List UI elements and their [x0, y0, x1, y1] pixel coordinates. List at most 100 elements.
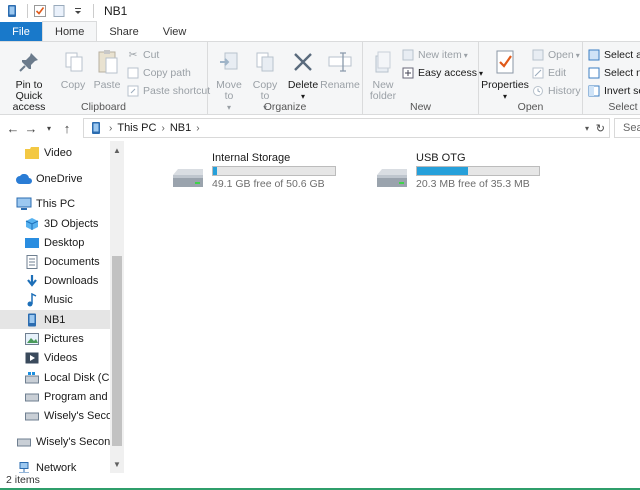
tab-share[interactable]: Share — [97, 22, 150, 42]
drive-name: USB OTG — [416, 152, 466, 164]
open-icon — [531, 48, 545, 62]
disk-icon — [24, 389, 40, 405]
video-icon — [24, 350, 40, 366]
recent-locations-chevron-icon[interactable]: ▾ — [40, 118, 58, 138]
scroll-thumb[interactable] — [112, 256, 122, 446]
nav-item-label: Music — [44, 293, 73, 306]
new-item-button[interactable]: New item ▾ — [401, 47, 468, 63]
open-group-label: Open — [517, 101, 544, 113]
edit-button[interactable]: Edit — [531, 65, 566, 81]
forward-arrow-icon[interactable]: → — [22, 118, 40, 138]
nav-item-onedrive[interactable]: OneDrive — [0, 169, 110, 188]
scissors-icon: ✂ — [128, 49, 138, 61]
scroll-down-icon[interactable]: ▼ — [110, 457, 124, 471]
nav-item-nb1[interactable]: NB1 — [0, 310, 110, 329]
delete-button[interactable]: Delete ▾ — [286, 46, 320, 102]
refresh-icon[interactable]: ↻ — [596, 122, 605, 135]
breadcrumb-chevron-icon[interactable]: › — [161, 123, 164, 134]
nav-item-label: This PC — [36, 197, 76, 210]
invert-selection-label: Invert selection — [604, 85, 640, 97]
breadcrumb-chevron-icon[interactable]: › — [109, 123, 112, 134]
select-none-button[interactable]: Select none — [587, 65, 640, 81]
nav-item-label: Downloads — [44, 274, 99, 287]
breadcrumb-chevron-icon[interactable]: › — [196, 123, 199, 134]
drive-usage-bar — [416, 166, 540, 176]
nav-item-videos[interactable]: Videos — [0, 348, 110, 367]
copy-to-icon — [249, 46, 281, 78]
scroll-up-icon[interactable]: ▲ — [110, 143, 124, 157]
address-bar[interactable]: › This PC › NB1 › ▾ ↻ — [83, 118, 610, 138]
tab-file[interactable]: File — [0, 22, 42, 42]
new-folder-quick-icon[interactable] — [51, 3, 67, 19]
up-arrow-icon[interactable]: ↑ — [58, 118, 76, 138]
nav-item-label: Program and Ga — [44, 390, 110, 403]
customize-dropdown-icon[interactable] — [70, 3, 86, 19]
clipboard-group-label: Clipboard — [81, 101, 126, 113]
nav-item-this-pc[interactable]: This PC — [0, 194, 110, 213]
open-group: Properties ▾ Open ▾ Edit History Open — [479, 42, 583, 115]
search-input[interactable]: Sea — [614, 118, 640, 138]
nav-item-3d-objects[interactable]: 3D Objects — [0, 214, 110, 233]
back-arrow-icon[interactable]: ← — [4, 118, 22, 138]
history-label: History — [548, 85, 581, 97]
disk-icon — [16, 434, 32, 450]
tab-view[interactable]: View — [151, 22, 199, 42]
open-button[interactable]: Open ▾ — [531, 47, 580, 63]
paste-label: Paste — [93, 79, 121, 91]
delete-label: Delete — [287, 79, 319, 91]
drive-internal-storage[interactable]: Internal Storage 49.1 GB free of 50.6 GB — [170, 151, 370, 191]
cut-button[interactable]: ✂ Cut — [126, 47, 160, 63]
rename-icon — [324, 46, 356, 78]
history-button[interactable]: History — [531, 83, 581, 99]
address-dropdown-icon[interactable]: ▾ — [585, 124, 589, 133]
nav-item-music[interactable]: Music — [0, 290, 110, 309]
folder-icon — [24, 145, 40, 161]
nav-item-wiselys-second-h[interactable]: Wisely's Second H — [0, 432, 110, 451]
copy-button[interactable]: Copy — [58, 46, 88, 91]
nav-scrollbar[interactable]: ▲ ▼ — [110, 141, 124, 473]
paste-shortcut-label: Paste shortcut — [143, 85, 211, 97]
nav-item-downloads[interactable]: Downloads — [0, 271, 110, 290]
select-none-label: Select none — [604, 67, 640, 79]
nav-item-desktop[interactable]: Desktop — [0, 233, 110, 252]
nav-item-program-and-games[interactable]: Program and Ga — [0, 387, 110, 406]
new-item-icon — [401, 48, 415, 62]
tab-home[interactable]: Home — [42, 21, 98, 42]
paste-button[interactable]: Paste — [92, 46, 122, 91]
separator — [93, 4, 94, 18]
copy-path-label: Copy path — [143, 67, 191, 79]
drive-usb-otg[interactable]: USB OTG 20.3 MB free of 35.3 MB — [374, 151, 574, 191]
title-bar: NB1 — [0, 0, 640, 22]
edit-label: Edit — [548, 67, 567, 79]
rename-label: Rename — [320, 79, 360, 91]
nav-item-wiselys-second[interactable]: Wisely's Second — [0, 406, 110, 425]
breadcrumb-this-pc[interactable]: This PC — [117, 122, 156, 134]
nav-item-video[interactable]: Video — [0, 143, 110, 162]
drive-usage-fill — [213, 167, 217, 175]
nav-item-network[interactable]: Network — [0, 458, 110, 473]
cloud-icon — [16, 171, 32, 187]
nav-item-documents[interactable]: Documents — [0, 252, 110, 271]
window-title: NB1 — [104, 4, 128, 18]
rename-button[interactable]: Rename — [320, 46, 360, 91]
ribbon-tabs: File Home Share View — [0, 21, 640, 42]
nav-item-pictures[interactable]: Pictures — [0, 329, 110, 348]
drive-usage-bar — [212, 166, 336, 176]
paste-shortcut-button[interactable]: Paste shortcut — [126, 83, 210, 99]
copy-path-button[interactable]: Copy path — [126, 65, 191, 81]
nav-item-local-disk[interactable]: Local Disk (C:) — [0, 368, 110, 387]
address-device-icon — [88, 120, 104, 136]
properties-check-icon[interactable] — [32, 3, 48, 19]
nav-item-label: Pictures — [44, 332, 84, 345]
breadcrumb-nb1[interactable]: NB1 — [170, 122, 191, 134]
select-all-button[interactable]: Select all — [587, 47, 640, 63]
new-folder-button[interactable]: New folder — [367, 46, 399, 102]
easy-access-button[interactable]: Easy access ▾ — [401, 65, 483, 81]
properties-button[interactable]: Properties ▾ — [481, 46, 529, 102]
invert-selection-icon — [587, 84, 601, 98]
phone-device-icon — [4, 3, 20, 19]
copy-icon — [58, 46, 90, 78]
nav-item-label: Video — [44, 146, 72, 159]
invert-selection-button[interactable]: Invert selection — [587, 83, 640, 99]
download-icon — [24, 273, 40, 289]
